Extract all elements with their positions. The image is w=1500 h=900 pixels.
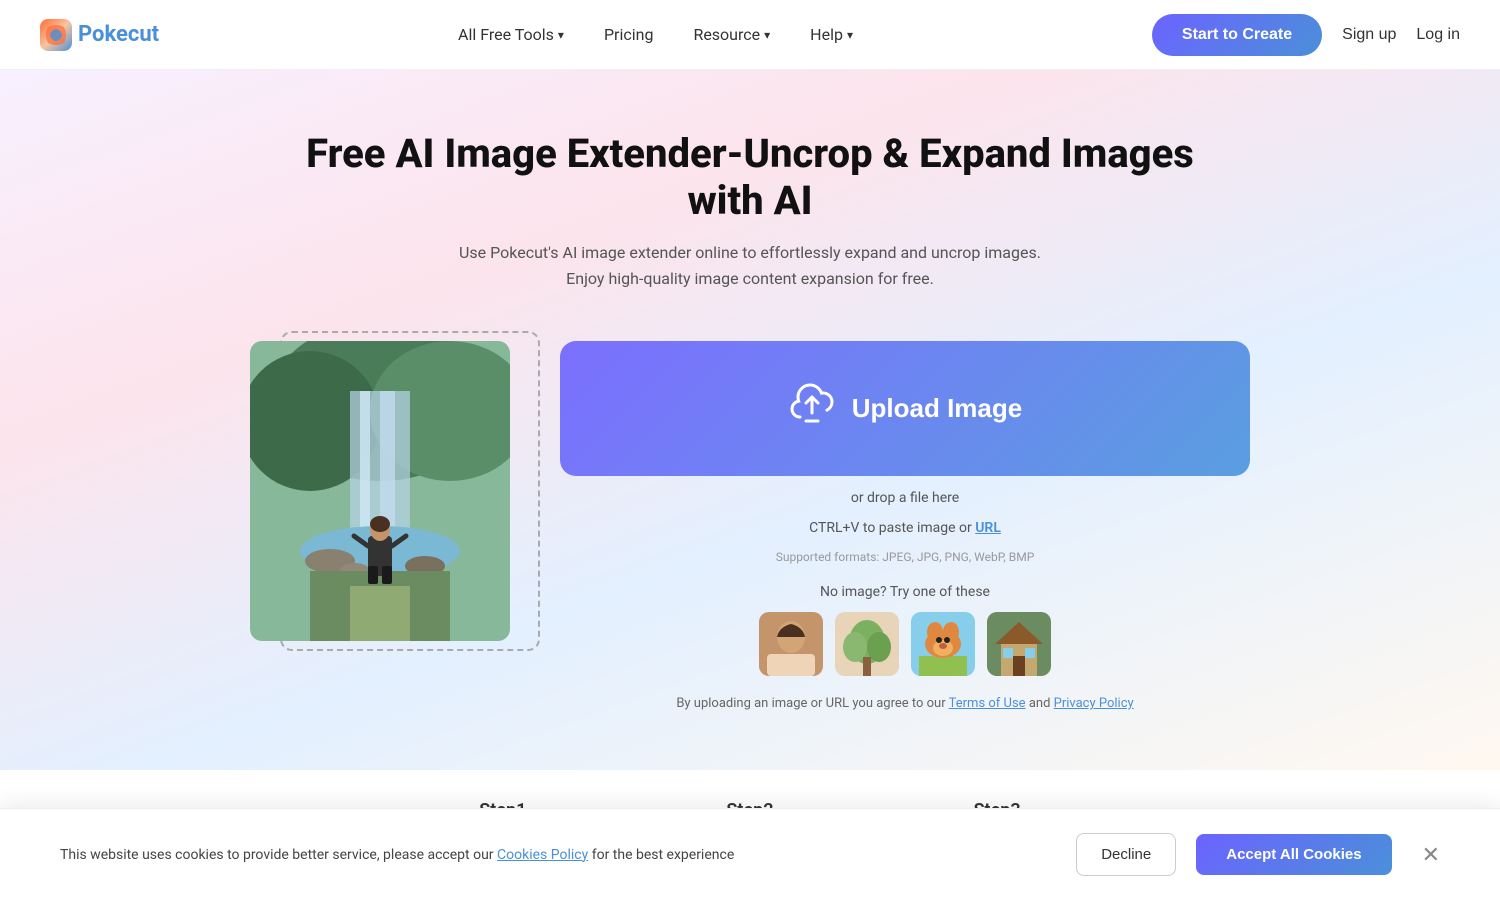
nav-pricing[interactable]: Pricing xyxy=(604,25,654,44)
chevron-down-icon-resource: ▾ xyxy=(764,28,770,42)
nav-resource[interactable]: Resource ▾ xyxy=(693,25,770,44)
paste-hint: CTRL+V to paste image or URL xyxy=(560,520,1250,536)
preview-wrapper xyxy=(250,341,530,641)
logo[interactable]: Pokecut xyxy=(40,19,159,51)
cookies-policy-link[interactable]: Cookies Policy xyxy=(497,847,588,863)
sample-thumb-4[interactable] xyxy=(987,612,1051,676)
supported-formats: Supported formats: JPEG, JPG, PNG, WebP,… xyxy=(560,550,1250,564)
close-cookie-banner-button[interactable]: ✕ xyxy=(1422,842,1440,868)
hero-section: Free AI Image Extender-Uncrop & Expand I… xyxy=(0,70,1500,770)
terms-text: By uploading an image or URL you agree t… xyxy=(560,694,1250,715)
sample-thumb-3[interactable] xyxy=(911,612,975,676)
upload-container: Upload Image or drop a file here CTRL+V … xyxy=(250,341,1250,715)
upload-btn-label: Upload Image xyxy=(852,393,1022,424)
cookie-message: This website uses cookies to provide bet… xyxy=(60,847,1056,863)
chevron-down-icon: ▾ xyxy=(558,28,564,42)
upload-panel: Upload Image or drop a file here CTRL+V … xyxy=(560,341,1250,715)
sample-thumbnails xyxy=(560,612,1250,676)
login-button[interactable]: Log in xyxy=(1416,26,1460,44)
privacy-policy-link[interactable]: Privacy Policy xyxy=(1054,696,1134,711)
start-to-create-button[interactable]: Start to Create xyxy=(1152,14,1322,56)
hero-subtitle: Use Pokecut's AI image extender online t… xyxy=(459,240,1041,291)
sample-thumb-2[interactable] xyxy=(835,612,899,676)
cookie-banner: This website uses cookies to provide bet… xyxy=(0,808,1500,900)
page-title: Free AI Image Extender-Uncrop & Expand I… xyxy=(300,130,1200,224)
sample-images-section: No image? Try one of these xyxy=(560,584,1250,676)
nav-help[interactable]: Help ▾ xyxy=(810,25,853,44)
nav-all-free-tools[interactable]: All Free Tools ▾ xyxy=(458,25,564,44)
chevron-down-icon-help: ▾ xyxy=(847,28,853,42)
accept-all-cookies-button[interactable]: Accept All Cookies xyxy=(1196,834,1391,875)
upload-hint: or drop a file here xyxy=(560,490,1250,506)
preview-image xyxy=(250,341,510,641)
upload-image-button[interactable]: Upload Image xyxy=(560,341,1250,476)
logo-text: Pokecut xyxy=(78,22,159,47)
logo-icon xyxy=(40,19,72,51)
nav-links: All Free Tools ▾ Pricing Resource ▾ Help… xyxy=(159,25,1152,44)
close-icon: ✕ xyxy=(1422,842,1440,867)
url-link[interactable]: URL xyxy=(975,520,1001,536)
no-image-label: No image? Try one of these xyxy=(560,584,1250,600)
nav-actions: Start to Create Sign up Log in xyxy=(1152,14,1460,56)
decline-button[interactable]: Decline xyxy=(1076,833,1176,876)
terms-of-use-link[interactable]: Terms of Use xyxy=(949,696,1026,711)
sample-thumb-1[interactable] xyxy=(759,612,823,676)
signup-button[interactable]: Sign up xyxy=(1342,26,1396,44)
navbar: Pokecut All Free Tools ▾ Pricing Resourc… xyxy=(0,0,1500,70)
cloud-upload-icon xyxy=(788,381,836,436)
